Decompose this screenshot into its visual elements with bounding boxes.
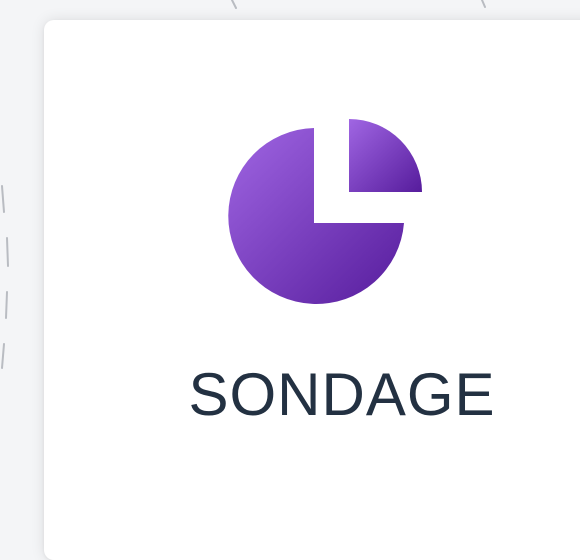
dash-segment bbox=[1, 343, 5, 369]
pie-slice-segment bbox=[349, 119, 422, 192]
dash-segment bbox=[231, 0, 237, 9]
dash-segment bbox=[6, 237, 9, 267]
card-title: SONDAGE bbox=[188, 361, 496, 428]
dash-segment bbox=[5, 291, 8, 319]
dash-segment bbox=[481, 0, 486, 8]
sondage-card[interactable]: SONDAGE bbox=[44, 20, 580, 560]
dash-segment bbox=[1, 185, 5, 213]
pie-chart-icon bbox=[228, 119, 422, 304]
